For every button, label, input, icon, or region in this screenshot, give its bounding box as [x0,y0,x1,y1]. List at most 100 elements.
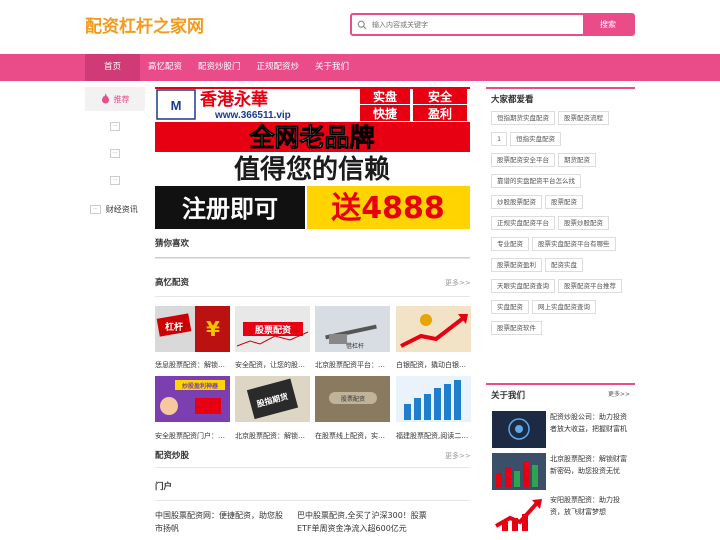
sidebar-link[interactable]: ··· [85,140,145,167]
broken-image-icon: ··· [109,149,121,158]
right-sidebar: 大家都爱看 恒指期货实盘配资 股票配资流程 1 恒指实盘配资股票配资安全平台 期货配资靠… [486,87,635,344]
svg-text:¥: ¥ [206,317,220,341]
hot-tag[interactable]: 股票炒股配资 [558,216,609,230]
broken-image-icon: ··· [90,205,101,214]
article-thumbnail[interactable]: 股票配资 [315,376,390,422]
site-logo[interactable]: 配资杠杆之家网 [85,12,204,37]
hot-tag[interactable]: 股票配资流程 [558,111,609,125]
recommend-label: 推荐 [113,94,130,104]
divider [155,500,470,501]
article-caption[interactable]: 福建股票配资,阅读二… [396,431,471,441]
banner-headline: 全网老品牌 [248,123,374,152]
main-nav: 首页 高忆配资 配资炒股门 正规配资炒 关于我们 [0,54,720,81]
hot-tag[interactable]: 专业配资 [491,237,529,251]
search-input[interactable] [372,15,583,34]
about-thumbnail [492,411,546,448]
hot-tag[interactable]: 实盘配资 [491,300,529,314]
article-thumbnail[interactable]: 炒股盈利神器 [155,376,230,422]
article-caption[interactable]: 安全配资，让您的股… [235,360,310,370]
about-panel: 关于我们 更多>> [486,383,635,405]
about-title: 关于我们 [491,391,526,401]
hot-tag[interactable]: 天眼实盘配资查询 [491,279,555,293]
hot-tag[interactable]: 期货配资 [558,153,596,167]
article-caption[interactable]: 北京股票配资平台：… [315,360,390,370]
hot-tag[interactable]: 炒股股票配资 [491,195,542,209]
banner-bonus: 送4888 [331,191,445,226]
banner-tag: 快捷 [373,106,398,121]
banner-tag: 实盘 [373,89,397,104]
article-thumbnail[interactable]: 借杠杆 [315,306,390,352]
news-item[interactable]: 巴中股票配资,全买了沪深300！股票ETF单周资金净流入超600亿元 [297,509,432,535]
hot-tag[interactable]: 恒指实盘配资 [510,132,562,146]
banner-cta: 注册即可 [182,195,278,223]
sidebar-item-finance[interactable]: ··· 财经资讯 [90,204,138,215]
banner-slogan: 值得您的信赖 [234,154,390,185]
about-item-text: 北京股票配资：解锁财富新密码，助您投资无忧 [550,455,627,475]
hot-tag[interactable]: 股票配资软件 [491,321,542,335]
nav-item-home[interactable]: 首页 [85,54,140,81]
banner-url: www.366511.vip [214,110,291,121]
article-caption[interactable]: 安全股票配资门户：… [155,431,230,441]
about-item[interactable]: 安阳股票配资：助力投资，放飞财富梦想 [492,494,632,531]
about-item-text: 配资炒股公司：助力投资者放大收益，把握财富机 [550,413,627,433]
banner-tag: 盈利 [427,106,452,121]
news-item[interactable]: 中国股票配资网：便捷配资，助您股市扬帆 [155,509,290,535]
thumbnail-label: 炒股盈利神器 [182,382,219,390]
article-caption[interactable]: 北京股票配资：解锁… [235,431,310,441]
finance-label: 财经资讯 [105,205,138,214]
hot-tag[interactable]: 股票配资平台推荐 [558,279,622,293]
hot-panel: 大家都爱看 恒指期货实盘配资 股票配资流程 1 恒指实盘配资股票配资安全平台 期货配资靠… [486,87,635,344]
banner-brand: 香港永華 [200,89,268,110]
article-thumbnail[interactable]: 股指期货 [235,376,310,422]
article-caption[interactable]: 恁息股票配资：解锁… [155,360,230,370]
broken-image-icon: ··· [109,122,121,131]
nav-item-zhenggui[interactable]: 正规配资炒 [249,54,308,81]
hot-tag[interactable]: 配资实盘 [545,258,583,272]
section-title-portal: 门户 [155,482,173,492]
search-button[interactable]: 搜索 [583,15,633,34]
fire-icon [101,92,110,106]
ad-banner[interactable]: M 香港永華 www.366511.vip 实盘 安全 快捷 盈利 全网老品牌 … [155,87,470,229]
about-thumbnail [492,494,546,531]
left-sidebar: 推荐 ··· ··· ··· ··· 财经资讯 [85,87,145,214]
sidebar-link[interactable]: ··· [85,167,145,194]
article-caption[interactable]: 白银配资，撬动白银… [396,360,471,370]
hot-title: 大家都爱看 [491,95,534,105]
nav-item-gaoyi[interactable]: 高忆配资 [140,54,190,81]
article-thumbnail[interactable]: 杠杆 ¥ [155,306,230,352]
hot-tag[interactable]: 股票配资安全平台 [491,153,555,167]
article-thumbnail[interactable] [396,376,471,422]
sidebar-link[interactable]: ··· [85,113,145,140]
hot-tag[interactable]: 靠谱的实盘配资平台怎么找 [491,174,581,188]
section-title-gaoyi[interactable]: 高忆配资 [155,276,189,288]
tag-cloud: 恒指期货实盘配资 股票配资流程 1 恒指实盘配资股票配资安全平台 期货配资靠谱的实盘配资… [486,109,635,344]
about-more-link[interactable]: 更多>> [608,389,630,401]
search-icon [352,15,372,34]
thumbnail-label: 借杠杆 [346,342,364,350]
hot-tag[interactable]: 正规实盘配资平台 [491,216,555,230]
about-item[interactable]: 北京股票配资：解锁财富新密码，助您投资无忧 [492,453,632,490]
hot-tag[interactable]: 1 [491,132,508,146]
thumbnail-label: 股票配资 [255,324,291,336]
nav-item-about[interactable]: 关于我们 [307,54,357,81]
more-link[interactable]: 更多>> [445,278,471,288]
divider-accent [155,257,470,258]
hot-tag[interactable]: 股票实盘配资平台有哪些 [532,237,616,251]
recommend-tab[interactable]: 推荐 [85,87,145,111]
about-thumbnail [492,453,546,490]
hot-tag[interactable]: 网上实盘配资查询 [532,300,596,314]
divider [155,258,470,259]
hot-tag[interactable]: 股票配资 [545,195,583,209]
broken-image-icon: ··· [109,176,121,185]
thumbnail-label: 杠杆 [165,321,183,333]
about-item[interactable]: 配资炒股公司：助力投资者放大收益，把握财富机 [492,411,632,448]
section-title-peizi[interactable]: 配资炒股 [155,449,189,461]
nav-item-peizi[interactable]: 配资炒股门 [190,54,249,81]
article-caption[interactable]: 在股票线上配资，实… [315,431,390,441]
hot-tag[interactable]: 股票配资盈利 [491,258,542,272]
more-link[interactable]: 更多>> [445,451,471,461]
article-thumbnail[interactable] [396,306,471,352]
article-thumbnail[interactable]: 股票配资 [235,306,310,352]
hot-tag[interactable]: 恒指期货实盘配资 [491,111,555,125]
divider [155,296,470,297]
